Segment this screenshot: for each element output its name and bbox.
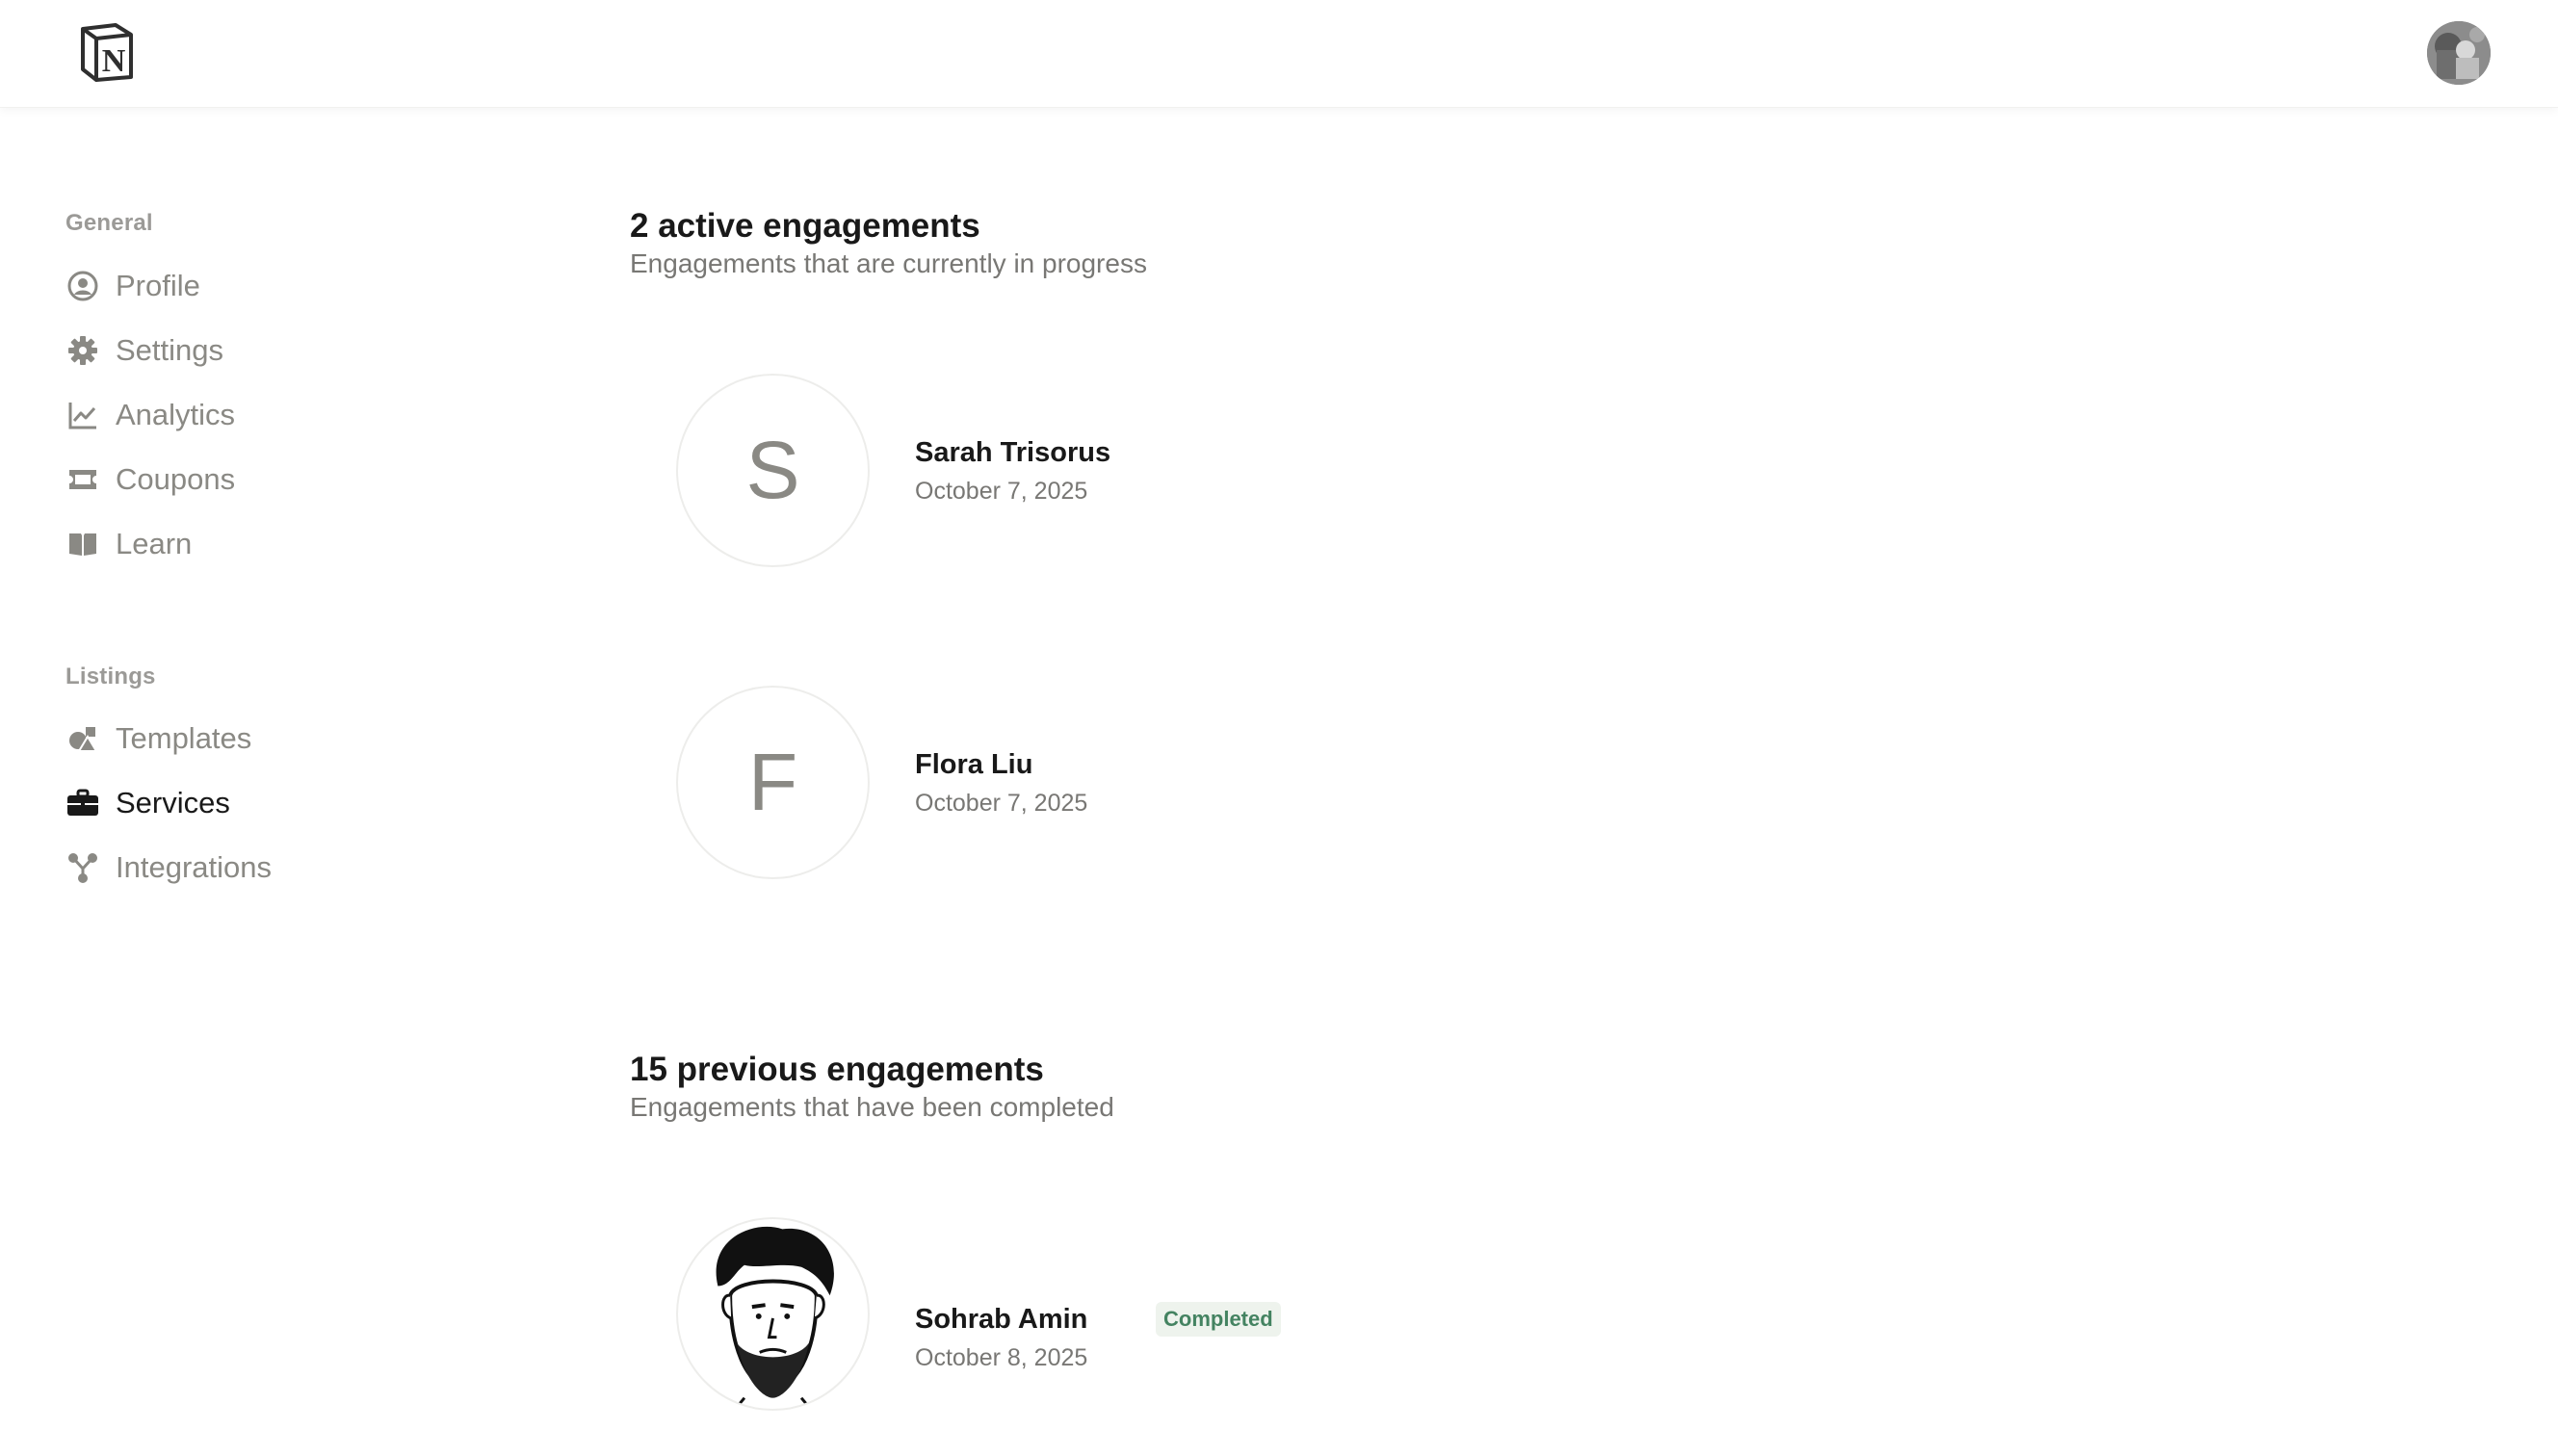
sidebar-item-integrations[interactable]: Integrations (65, 844, 272, 892)
engagement-date: October 7, 2025 (915, 790, 1088, 817)
avatar: S (676, 374, 870, 567)
sidebar-item-profile[interactable]: Profile (65, 262, 200, 310)
ticket-icon (65, 462, 100, 497)
sidebar-item-label: Settings (116, 333, 224, 367)
engagement-date: October 7, 2025 (915, 478, 1088, 505)
previous-engagements-title: 15 previous engagements (630, 1051, 1044, 1088)
engagement-client-name: Sarah Trisorus (915, 437, 1111, 468)
top-bar: N (0, 0, 2558, 108)
notion-logo-icon[interactable]: N (77, 21, 137, 83)
previous-engagements-subtitle: Engagements that have been completed (630, 1092, 1114, 1122)
sidebar-item-templates[interactable]: Templates (65, 715, 251, 763)
chart-line-icon (65, 398, 100, 432)
engagement-card[interactable]: F Flora Liu October 7, 2025 (676, 686, 1639, 882)
active-engagements-subtitle: Engagements that are currently in progre… (630, 248, 1147, 278)
sidebar-item-label: Learn (116, 527, 193, 560)
logo-letter: N (102, 43, 126, 79)
book-open-icon (65, 527, 100, 561)
user-avatar[interactable] (2427, 21, 2491, 85)
status-badge: Completed (1156, 1302, 1281, 1337)
illustrated-portrait-icon (716, 1226, 834, 1409)
sidebar-item-label: Profile (116, 269, 200, 302)
briefcase-icon (65, 786, 100, 820)
shapes-icon (65, 721, 100, 756)
user-circle-icon (65, 269, 100, 303)
avatar (676, 1217, 870, 1411)
sidebar-item-services[interactable]: Services (65, 779, 230, 827)
active-engagements-title: 2 active engagements (630, 207, 980, 245)
sidebar-item-settings[interactable]: Settings (65, 326, 223, 375)
sidebar-section-general: General (65, 210, 153, 236)
sidebar-item-label: Services (116, 786, 230, 819)
sidebar-item-label: Templates (116, 721, 252, 755)
sidebar-item-learn[interactable]: Learn (65, 520, 192, 568)
sidebar-item-label: Analytics (116, 398, 236, 431)
avatar-initial: F (747, 737, 798, 827)
engagement-date: October 8, 2025 (915, 1344, 1088, 1371)
sidebar-item-analytics[interactable]: Analytics (65, 391, 235, 439)
sidebar-section-listings: Listings (65, 663, 156, 689)
sidebar-item-label: Integrations (116, 850, 272, 884)
engagement-client-name: Flora Liu (915, 749, 1033, 780)
engagement-client-name: Sohrab Amin (915, 1304, 1088, 1335)
engagement-card[interactable]: Sohrab Amin Completed October 8, 2025 (676, 1217, 1639, 1414)
sidebar-item-label: Coupons (116, 462, 236, 496)
engagement-card[interactable]: S Sarah Trisorus October 7, 2025 (676, 374, 1639, 570)
gear-icon (65, 333, 100, 368)
avatar-initial: S (745, 425, 800, 515)
nodes-icon (65, 850, 100, 885)
sidebar-item-coupons[interactable]: Coupons (65, 455, 235, 504)
avatar: F (676, 686, 870, 879)
